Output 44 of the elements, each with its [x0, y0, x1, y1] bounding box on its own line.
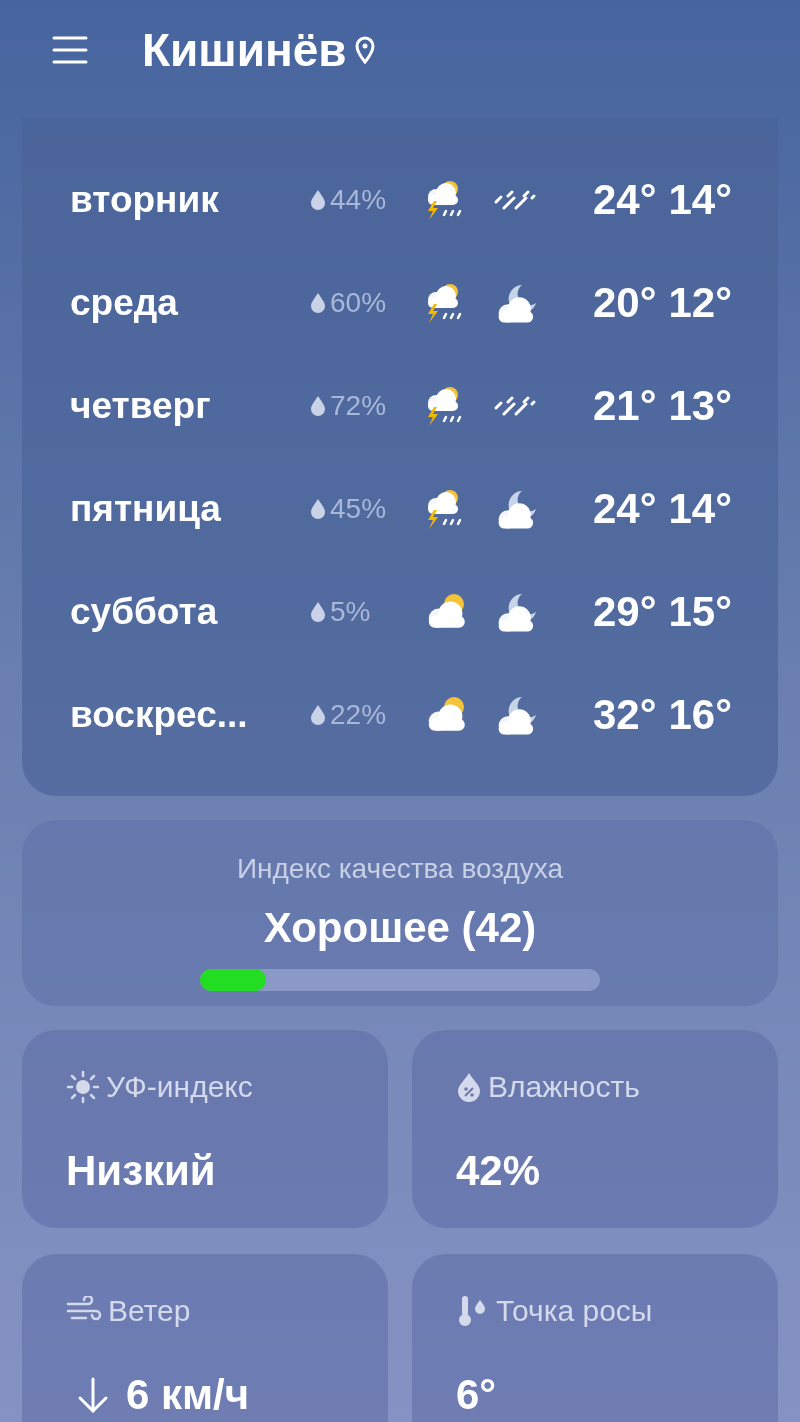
precip-chance: 44% — [330, 182, 387, 217]
day-name: среда — [70, 280, 179, 325]
precip-chance: 60% — [330, 285, 387, 320]
low-temp: 16° — [668, 690, 732, 740]
day-name: пятница — [70, 486, 222, 531]
precip-chance: 72% — [330, 388, 387, 423]
day-name: воскрес... — [70, 692, 249, 737]
location-pin-icon[interactable] — [354, 36, 375, 64]
city-name: Кишинёв — [142, 22, 347, 78]
high-temp: 24° — [592, 175, 657, 225]
day-name: четверг — [70, 383, 212, 428]
precip-chance: 22% — [330, 697, 387, 732]
tile-label: Ветер — [108, 1293, 191, 1329]
droplet-icon — [310, 497, 326, 520]
low-temp: 14° — [668, 175, 732, 225]
menu-icon[interactable] — [52, 34, 88, 66]
tile-value: 6 км/ч — [126, 1370, 250, 1420]
day-name: суббота — [70, 589, 219, 634]
droplet-icon — [310, 394, 326, 417]
droplet-icon — [310, 188, 326, 211]
tile-value: 42% — [456, 1146, 541, 1196]
low-temp: 14° — [668, 484, 732, 534]
low-temp: 15° — [668, 587, 732, 637]
high-temp: 20° — [592, 278, 657, 328]
droplet-icon — [310, 600, 326, 623]
sun-icon — [66, 1069, 100, 1104]
tile-value: Низкий — [66, 1146, 216, 1196]
air-quality-title: Индекс качества воздуха — [236, 852, 564, 886]
low-temp: 13° — [668, 381, 732, 431]
droplet-icon — [310, 291, 326, 314]
tile-label: Точка росы — [496, 1293, 653, 1329]
precip-chance: 45% — [330, 491, 387, 526]
droplet-icon — [310, 703, 326, 726]
low-temp: 12° — [668, 278, 732, 328]
high-temp: 29° — [592, 587, 657, 637]
day-name: вторник — [70, 177, 220, 222]
tile-label: УФ-индекс — [106, 1069, 253, 1105]
tile-value: 6° — [456, 1370, 497, 1420]
tile-label: Влажность — [488, 1069, 640, 1105]
high-temp: 21° — [592, 381, 657, 431]
high-temp: 32° — [592, 690, 657, 740]
precip-chance: 5% — [330, 594, 371, 629]
high-temp: 24° — [592, 484, 657, 534]
air-quality-value: Хорошее (42) — [263, 903, 537, 953]
